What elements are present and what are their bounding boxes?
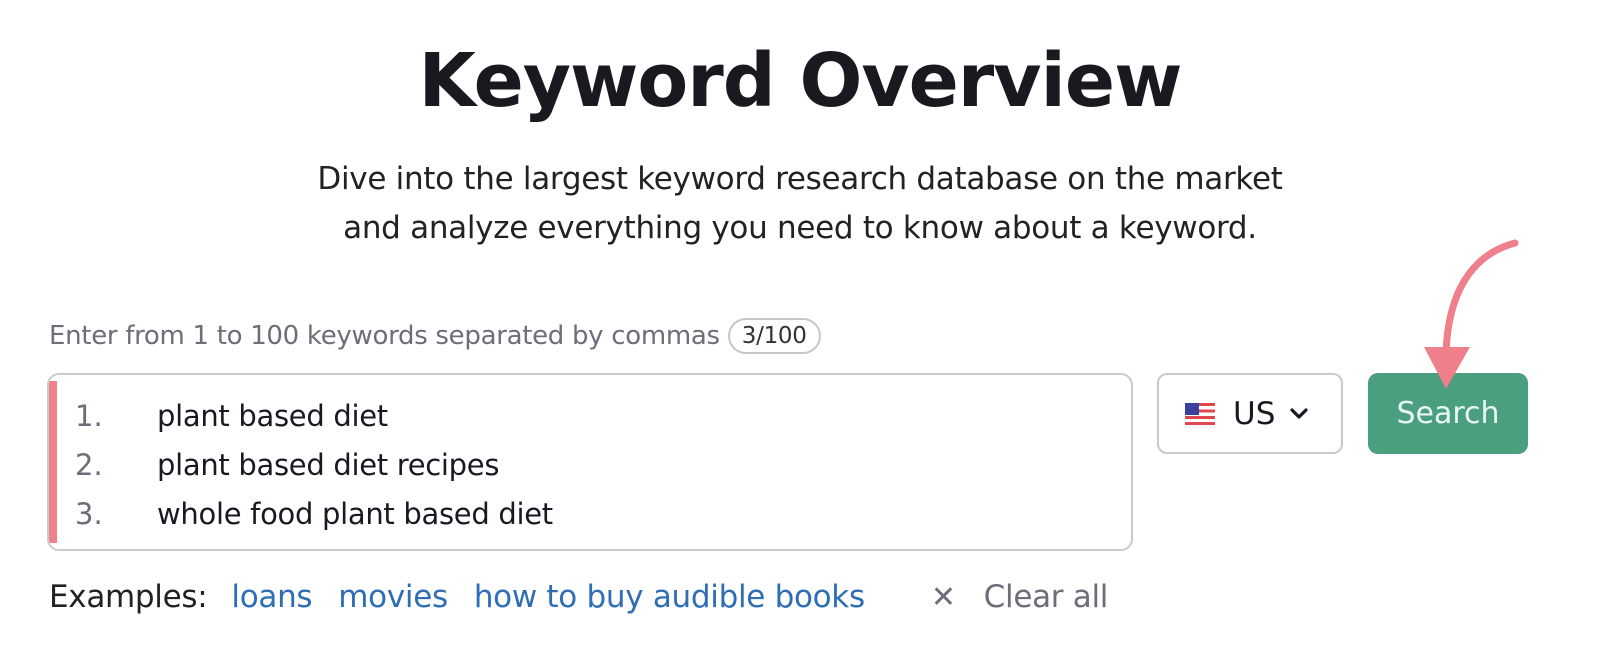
example-link-audible-books[interactable]: how to buy audible books [474, 579, 865, 615]
annotation-arrow-icon [1424, 239, 1519, 389]
validation-indicator-bar [49, 381, 57, 543]
examples-row: Examples: loans movies how to buy audibl… [49, 579, 1108, 615]
keyword-line-number: 3. [75, 496, 103, 531]
keyword-counter-badge: 3/100 [727, 318, 821, 354]
keywords-input[interactable]: 1. plant based diet 2. plant based diet … [47, 373, 1133, 551]
example-link-loans[interactable]: loans [231, 579, 312, 615]
keyword-text: plant based diet [157, 398, 388, 433]
examples-label: Examples: [49, 579, 208, 615]
page-subtitle: Dive into the largest keyword research d… [0, 155, 1600, 253]
keyword-line-number: 1. [75, 398, 103, 433]
keyword-line[interactable]: 3. whole food plant based diet [75, 489, 553, 538]
clear-all-button[interactable]: ✕ Clear all [930, 579, 1109, 615]
subtitle-line-1: Dive into the largest keyword research d… [317, 161, 1283, 197]
clear-all-label: Clear all [983, 579, 1109, 615]
close-icon: ✕ [930, 579, 956, 615]
keywords-hint-row: Enter from 1 to 100 keywords separated b… [49, 318, 821, 354]
subtitle-line-2: and analyze everything you need to know … [343, 210, 1257, 246]
us-flag-icon [1185, 402, 1215, 425]
example-link-movies[interactable]: movies [338, 579, 448, 615]
keyword-list: 1. plant based diet 2. plant based diet … [75, 391, 553, 538]
keyword-line[interactable]: 2. plant based diet recipes [75, 440, 553, 489]
database-selected-value: US [1233, 395, 1276, 432]
keyword-text: plant based diet recipes [157, 447, 500, 482]
database-select[interactable]: US [1157, 373, 1343, 454]
keyword-line[interactable]: 1. plant based diet [75, 391, 553, 440]
page-title: Keyword Overview [418, 38, 1183, 124]
keyword-text: whole food plant based diet [157, 496, 553, 531]
keyword-line-number: 2. [75, 447, 103, 482]
keywords-hint: Enter from 1 to 100 keywords separated b… [49, 321, 720, 351]
chevron-down-icon [1289, 404, 1309, 424]
search-button[interactable]: Search [1368, 373, 1528, 454]
